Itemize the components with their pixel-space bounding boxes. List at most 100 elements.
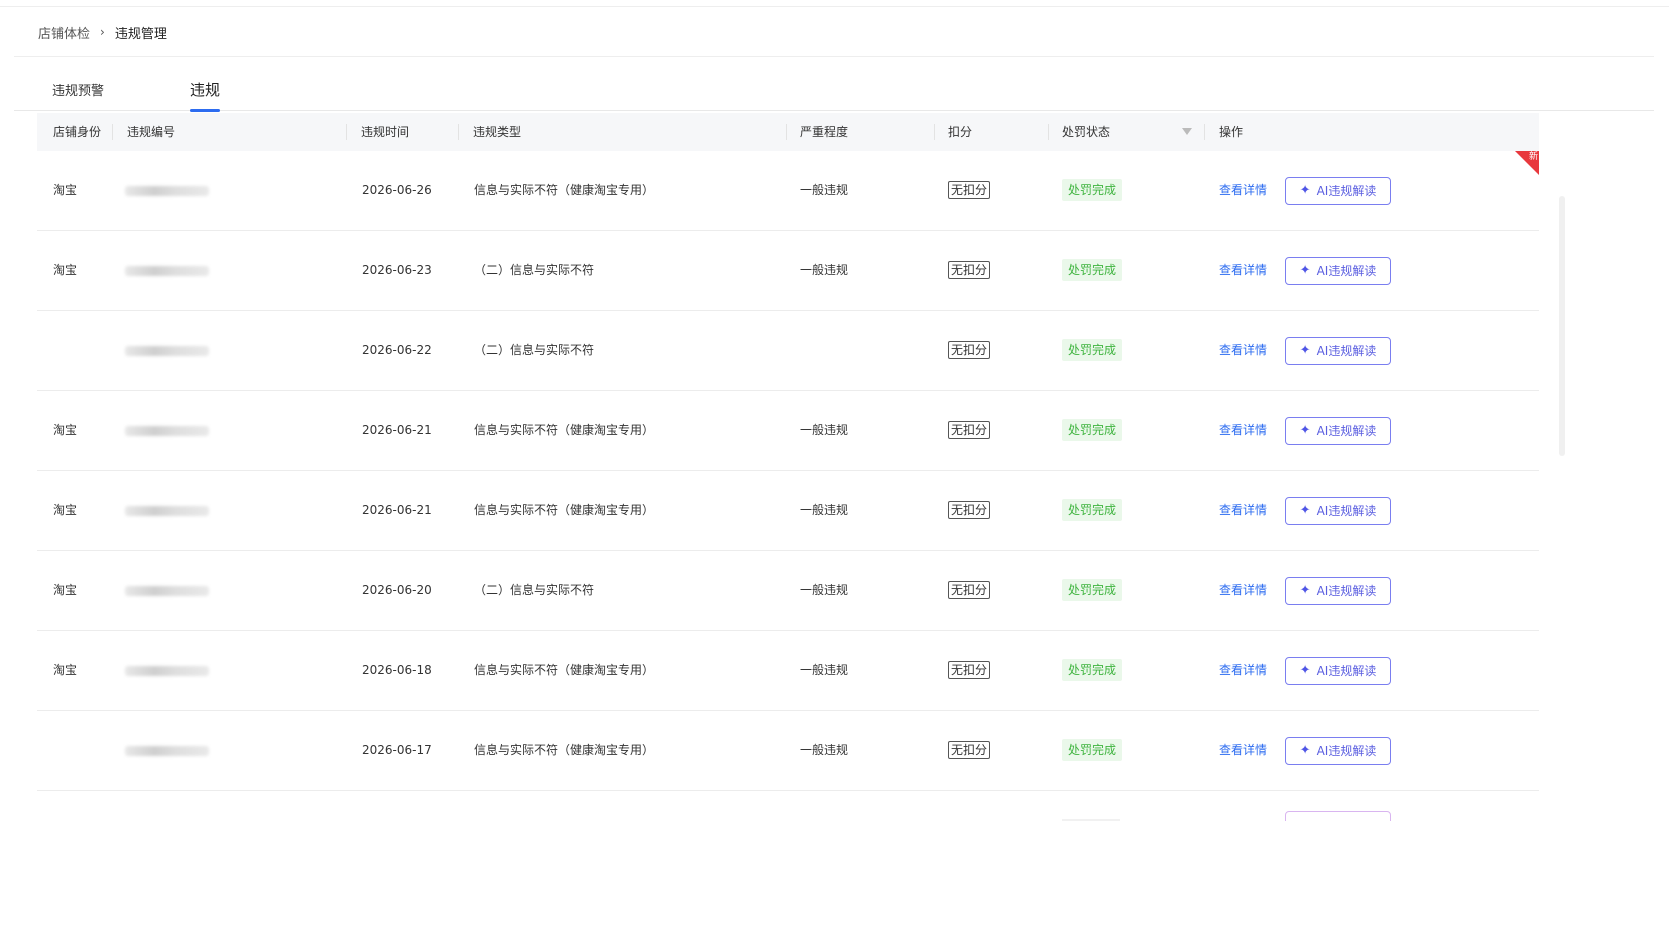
status-cell: 处罚完成 [1062,711,1123,790]
deduction-badge: 无扣分 [948,501,991,519]
breadcrumb: 店铺体检 › 违规管理 [38,22,167,42]
status-cell: 处罚完成 [1062,471,1123,550]
status-tag: 处罚完成 [1062,499,1123,521]
ai-interpret-button[interactable]: ✦ AI违规解读 [1285,416,1391,445]
view-detail-cell: 查看详情 [1219,311,1267,390]
tab-bar: 违规预警 违规 [14,70,1654,112]
violation-time: 2026-06-17 [362,743,432,757]
deduction-badge: 无扣分 [948,421,991,439]
breadcrumb-current: 违规管理 [114,26,167,42]
violation-type: 信息与实际不符（健康淘宝专用） [474,183,655,197]
redacted-id [125,345,209,356]
violation-time: 2026-06-22 [362,343,432,357]
view-detail-link[interactable]: 查看详情 [1219,583,1267,597]
view-detail-link[interactable]: 查看详情 [1219,423,1267,437]
ai-interpret-label: AI违规解读 [1316,503,1377,518]
breadcrumb-parent[interactable]: 店铺体检 [38,23,90,42]
ai-interpret-button[interactable]: ✦ AI违规解读 [1285,576,1391,605]
table-row: 2026-06-17 信息与实际不符（健康淘宝专用） 一般违规 无扣分 处罚完成… [37,711,1539,791]
ai-interpret-button[interactable]: ✦ AI违规解读 [1285,496,1391,525]
top-divider [0,6,1669,7]
ai-cell: ✦ AI违规解读 [1285,391,1391,470]
tab-violation[interactable]: 违规 [190,79,221,112]
violation-table: 店铺身份 违规编号 违规时间 违规类型 严重程度 扣分 处罚状态 操作 淘宝 2… [37,113,1539,821]
column-divider [786,124,787,140]
shop-identity: 淘宝 [53,263,78,277]
ai-interpret-button[interactable] [1285,811,1391,821]
column-header-status: 处罚状态 [1062,125,1111,139]
violation-type: （二）信息与实际不符 [474,343,595,357]
shop-identity: 淘宝 [53,663,78,677]
ai-cell: ✦ AI违规解读 [1285,631,1391,710]
violation-time: 2026-06-21 [362,503,432,517]
severity: 一般违规 [800,583,849,597]
violation-type: （二）信息与实际不符 [474,583,595,597]
column-header-type: 违规类型 [473,125,522,139]
status-cell: 处罚完成 [1062,311,1123,390]
deduction-badge: 无扣分 [948,261,991,279]
severity: 一般违规 [800,423,849,437]
ai-interpret-label: AI违规解读 [1316,583,1377,598]
view-detail-link[interactable]: 查看详情 [1219,263,1267,277]
shop-identity: 淘宝 [53,583,78,597]
deduction-cell: 无扣分 [948,711,991,790]
violation-id [125,711,209,790]
view-detail-link[interactable]: 查看详情 [1219,743,1267,757]
view-detail-cell: 查看详情 [1219,551,1267,630]
violation-type: 信息与实际不符（健康淘宝专用） [474,743,655,757]
view-detail-link[interactable]: 查看详情 [1219,183,1267,197]
redacted-id [125,665,209,676]
column-divider [1204,124,1205,140]
status-tag: 处罚完成 [1062,659,1123,681]
severity: 一般违规 [800,503,849,517]
ai-interpret-label: AI违规解读 [1316,343,1377,358]
deduction-badge: 无扣分 [948,741,991,759]
filter-icon[interactable] [1182,128,1192,135]
violation-id [125,151,209,230]
column-header-shop: 店铺身份 [53,125,102,139]
column-divider [458,124,459,140]
severity: 一般违规 [800,743,849,757]
view-detail-cell: 查看详情 [1219,231,1267,310]
deduction-cell: 无扣分 [948,471,991,550]
ai-interpret-button[interactable]: ✦ AI违规解读 [1285,736,1391,765]
sparkle-icon: ✦ [1299,342,1311,358]
violation-type: 信息与实际不符（健康淘宝专用） [474,663,655,677]
ai-cell: ✦ AI违规解读 [1285,711,1391,790]
ai-interpret-button[interactable]: ✦ AI违规解读 [1285,336,1391,365]
tab-violation-warning[interactable]: 违规预警 [52,80,104,99]
redacted-id [125,585,209,596]
severity: 一般违规 [800,183,849,197]
ai-interpret-label: AI违规解读 [1316,423,1377,438]
violation-id [125,231,209,310]
table-row: 淘宝 2026-06-21 信息与实际不符（健康淘宝专用） 一般违规 无扣分 处… [37,471,1539,551]
ai-cell: ✦ AI违规解读 [1285,151,1391,230]
view-detail-cell: 查看详情 [1219,711,1267,790]
table-row-partial [37,791,1539,821]
ai-interpret-label: AI违规解读 [1316,263,1377,278]
view-detail-cell: 查看详情 [1219,631,1267,710]
violation-time: 2026-06-23 [362,263,432,277]
sparkle-icon: ✦ [1299,262,1311,278]
deduction-cell: 无扣分 [948,151,991,230]
ai-interpret-button[interactable]: ✦ AI违规解读 [1285,656,1391,685]
status-tag: 处罚完成 [1062,179,1123,201]
view-detail-link[interactable]: 查看详情 [1219,503,1267,517]
ai-interpret-button[interactable]: ✦ AI违规解读 [1285,176,1391,205]
ai-interpret-label: AI违规解读 [1316,743,1377,758]
view-detail-link[interactable]: 查看详情 [1219,343,1267,357]
sparkle-icon: ✦ [1299,502,1311,518]
view-detail-cell: 查看详情 [1219,471,1267,550]
column-header-deduction: 扣分 [948,125,973,139]
redacted-id [125,425,209,436]
ai-interpret-button[interactable]: ✦ AI违规解读 [1285,256,1391,285]
sparkle-icon: ✦ [1299,742,1311,758]
scrollbar[interactable] [1559,196,1565,456]
status-cell: 处罚完成 [1062,231,1123,310]
column-header-id: 违规编号 [127,125,176,139]
ai-cell: ✦ AI违规解读 [1285,471,1391,550]
view-detail-link[interactable]: 查看详情 [1219,663,1267,677]
table-header: 店铺身份 违规编号 违规时间 违规类型 严重程度 扣分 处罚状态 操作 [37,113,1539,151]
column-divider [346,124,347,140]
column-header-actions: 操作 [1219,125,1244,139]
